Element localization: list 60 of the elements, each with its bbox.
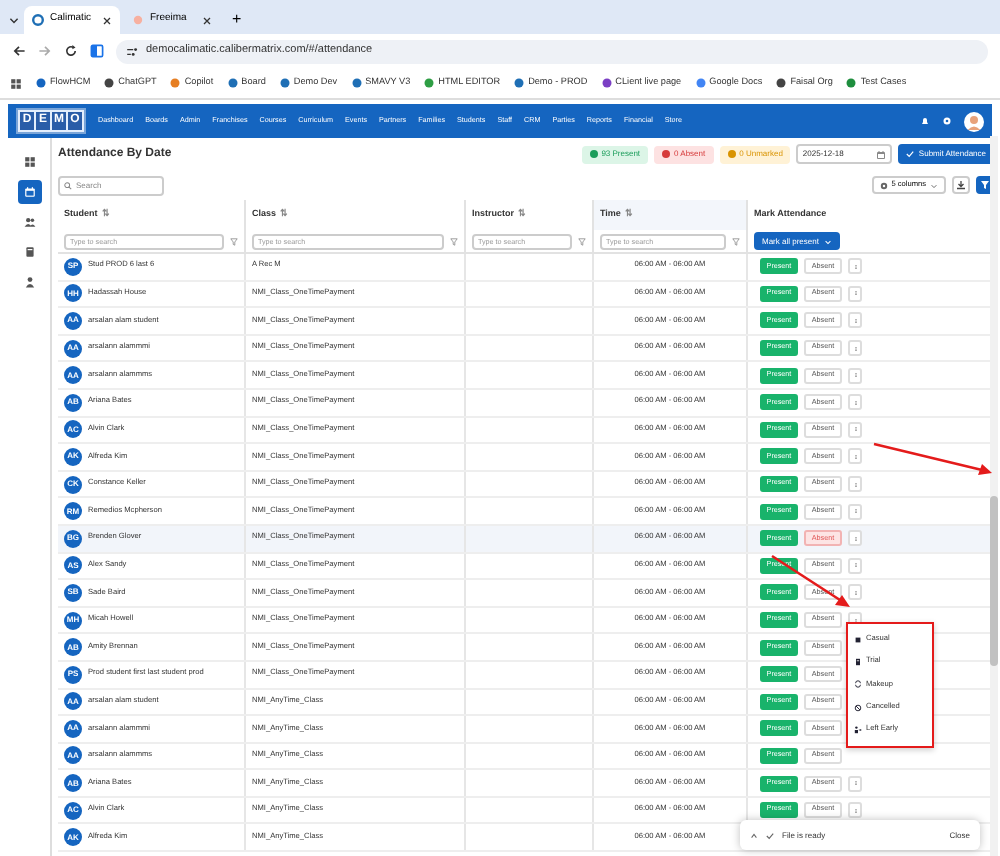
- check-icon: [906, 150, 915, 158]
- calendar-icon: [23, 186, 35, 198]
- bookmark-icon: [846, 77, 857, 88]
- download-icon: [956, 180, 966, 190]
- bookmark-icon: [514, 77, 525, 88]
- bell-icon[interactable]: [920, 116, 930, 126]
- gear-icon: [879, 181, 888, 189]
- filter-icon[interactable]: [732, 237, 740, 245]
- reload-icon[interactable]: [64, 44, 78, 58]
- bookmark-icon: [104, 77, 115, 88]
- close-icon[interactable]: [202, 15, 212, 25]
- bookmark-icon: [170, 77, 181, 88]
- bookmark-icon: [695, 77, 706, 88]
- calendar-icon: [876, 149, 887, 159]
- person-icon: [23, 276, 35, 288]
- filter-icon[interactable]: [578, 237, 586, 245]
- avatar-icon[interactable]: [964, 111, 984, 131]
- status-icon: [662, 150, 671, 158]
- site-logo-icon: [132, 14, 144, 26]
- scrollbar[interactable]: [990, 136, 998, 856]
- status-icon: [727, 150, 736, 158]
- site-logo-icon: [32, 14, 44, 26]
- makeup-icon: [854, 680, 862, 689]
- close-icon[interactable]: [102, 15, 112, 25]
- caret-icon: [930, 181, 938, 189]
- trial-icon: [854, 658, 862, 667]
- sidebar-icon[interactable]: [90, 44, 104, 58]
- filter-icon: [980, 180, 990, 190]
- status-icon: [589, 150, 598, 158]
- scrollbar-thumb[interactable]: [990, 496, 998, 666]
- left-early-icon: [854, 726, 862, 735]
- book-icon: [23, 246, 35, 258]
- cancelled-icon: [854, 703, 862, 712]
- download-button[interactable]: [952, 176, 970, 194]
- bookmark-icon: [351, 77, 362, 88]
- bookmark-icon: [601, 77, 612, 88]
- people-icon: [23, 216, 35, 228]
- casual-icon: [854, 635, 862, 644]
- bookmark-icon: [36, 77, 46, 88]
- annotation-arrow: [771, 554, 850, 607]
- check-icon: [766, 831, 774, 839]
- bookmark-icon: [227, 77, 238, 88]
- forward-icon[interactable]: [38, 44, 52, 58]
- annotation-arrow: [873, 442, 992, 475]
- sidebar-item[interactable]: [17, 180, 41, 204]
- bookmark-icon: [279, 77, 290, 88]
- chevron-up-icon[interactable]: [750, 831, 758, 839]
- search-icon: [64, 181, 72, 189]
- gear-icon[interactable]: [942, 116, 952, 126]
- caret-icon: [824, 237, 833, 245]
- back-icon[interactable]: [12, 44, 26, 58]
- new-tab-button[interactable]: +: [224, 6, 248, 34]
- grid-icon: [23, 156, 35, 168]
- site-info-icon: [126, 45, 138, 57]
- chevron-down-icon: [8, 14, 20, 26]
- bookmark-icon: [424, 77, 435, 88]
- apps-grid-icon[interactable]: [10, 77, 22, 89]
- filter-icon[interactable]: [450, 237, 458, 245]
- filter-icon[interactable]: [230, 237, 238, 245]
- bookmark-icon: [776, 77, 787, 88]
